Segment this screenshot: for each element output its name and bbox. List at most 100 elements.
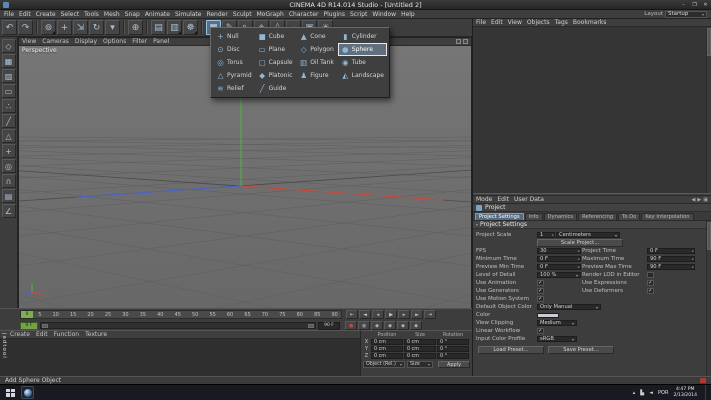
menu-plugins[interactable]: Plugins xyxy=(323,11,345,18)
play-button[interactable]: ▶ xyxy=(385,310,397,319)
start-frame-field[interactable]: 0 F xyxy=(20,321,38,330)
vp-menu-filter[interactable]: Filter xyxy=(132,38,147,45)
mat-menu-function[interactable]: Function xyxy=(54,331,80,338)
menu-item-cylinder[interactable]: ▮ Cylinder xyxy=(338,30,387,43)
snap-toggle-button[interactable]: ∩ xyxy=(1,174,16,188)
workplane-lock-button[interactable]: ▤ xyxy=(1,189,16,203)
vp-menu-panel[interactable]: Panel xyxy=(153,38,169,45)
project-time-field[interactable]: 0 F xyxy=(647,247,695,255)
viewport-solo-button[interactable]: ◎ xyxy=(1,159,16,173)
menu-item-disc[interactable]: ⊙ Disc xyxy=(213,43,255,56)
maximize-button[interactable]: ❐ xyxy=(689,0,700,9)
menu-item-relief[interactable]: ≋ Relief xyxy=(213,82,255,95)
goto-start-button[interactable]: ⇤ xyxy=(346,310,358,319)
prev-key-button[interactable]: ◄ xyxy=(359,310,371,319)
am-menu-mode[interactable]: Mode xyxy=(476,196,492,203)
viewport-maximize-icon[interactable] xyxy=(456,39,461,44)
color-swatch[interactable] xyxy=(537,312,559,318)
menu-edit[interactable]: Edit xyxy=(19,11,31,18)
save-preset-button[interactable]: Save Preset... xyxy=(548,346,614,354)
timeline-ruler[interactable]: 05 1015 2025 3035 4045 5055 6065 7075 80… xyxy=(20,310,342,319)
menu-select[interactable]: Select xyxy=(61,11,80,18)
linear-workflow-checkbox[interactable] xyxy=(537,327,544,335)
viewport-layout-icon[interactable] xyxy=(463,39,468,44)
z-size-field[interactable]: 0 cm xyxy=(404,353,436,359)
menu-item-figure[interactable]: ♟ Figure xyxy=(296,69,338,82)
polygons-mode-button[interactable]: △ xyxy=(1,129,16,143)
vp-menu-display[interactable]: Display xyxy=(75,38,97,45)
view-clipping-dropdown[interactable]: Medium xyxy=(537,319,577,327)
use-motion-system-checkbox[interactable] xyxy=(537,295,544,303)
y-rotation-field[interactable]: 0 ° xyxy=(437,346,469,352)
use-deformers-checkbox[interactable] xyxy=(647,287,654,295)
input-color-profile-dropdown[interactable]: sRGB xyxy=(537,335,577,343)
start-button[interactable] xyxy=(6,388,15,397)
menu-create[interactable]: Create xyxy=(36,11,56,18)
om-menu-file[interactable]: File xyxy=(476,19,486,26)
enable-axis-button[interactable]: + xyxy=(1,144,16,158)
menu-item-capsule[interactable]: ▢ Capsule xyxy=(255,56,297,69)
menu-help[interactable]: Help xyxy=(401,11,415,18)
apply-button[interactable]: Apply xyxy=(438,361,470,368)
end-frame-field[interactable]: 90 F xyxy=(318,321,340,330)
am-menu-user-data[interactable]: User Data xyxy=(514,196,544,203)
record-position-button[interactable]: ◆ xyxy=(371,321,383,330)
scale-project-button[interactable]: Scale Project... xyxy=(537,239,623,247)
menu-item-polygon[interactable]: ◇ Polygon xyxy=(296,43,338,56)
menu-item-torus[interactable]: ◎ Torus xyxy=(213,56,255,69)
rotate-button[interactable]: ↻ xyxy=(89,20,104,35)
attribute-scrollbar[interactable] xyxy=(706,221,711,379)
vp-menu-cameras[interactable]: Cameras xyxy=(42,38,69,45)
menu-item-oil-tank[interactable]: ▥ Oil Tank xyxy=(296,56,338,69)
tab-referencing[interactable]: Referencing xyxy=(578,213,618,220)
menu-item-cone[interactable]: ▲ Cone xyxy=(296,30,338,43)
timeline-scrubber[interactable]: 0 xyxy=(21,311,33,318)
layout-select[interactable]: Startup xyxy=(665,10,707,18)
volume-icon[interactable]: ◄ xyxy=(649,390,653,396)
position-mode-dropdown[interactable]: Object (Rel.) xyxy=(363,361,405,368)
render-picture-viewer-button[interactable]: ▥ xyxy=(167,20,182,35)
x-size-field[interactable]: 0 cm xyxy=(404,339,436,345)
size-mode-dropdown[interactable]: Size xyxy=(407,361,433,368)
tab-key-interpolation[interactable]: Key Interpolation xyxy=(641,213,694,220)
taskbar-cinema4d-icon[interactable] xyxy=(21,386,34,399)
show-desktop-button[interactable] xyxy=(705,384,709,400)
menu-item-plane[interactable]: ▭ Plane xyxy=(255,43,297,56)
tab-dynamics[interactable]: Dynamics xyxy=(543,213,578,220)
taskbar-clock[interactable]: 4:47 PM 2/13/2014 xyxy=(673,387,697,398)
menu-item-tube[interactable]: ◉ Tube xyxy=(338,56,387,69)
autokey-button[interactable]: ● xyxy=(358,321,370,330)
om-menu-tags[interactable]: Tags xyxy=(555,19,568,26)
menu-animate[interactable]: Animate xyxy=(145,11,170,18)
goto-end-button[interactable]: ⇥ xyxy=(424,310,436,319)
z-position-field[interactable]: 0 cm xyxy=(371,353,403,359)
tab-project-settings[interactable]: Project Settings xyxy=(475,213,524,220)
menu-tools[interactable]: Tools xyxy=(84,11,99,18)
z-rotation-field[interactable]: 0 ° xyxy=(437,353,469,359)
move-button[interactable]: + xyxy=(57,20,72,35)
tab-info[interactable]: Info xyxy=(524,213,543,220)
material-list-area[interactable] xyxy=(0,339,360,376)
menu-render[interactable]: Render xyxy=(206,11,227,18)
menu-item-sphere[interactable]: ● Sphere xyxy=(337,43,387,56)
tray-expand-icon[interactable]: ▴ xyxy=(633,390,636,396)
lock-icon[interactable]: ▣ xyxy=(703,197,708,203)
next-frame-button[interactable]: ▸ xyxy=(398,310,410,319)
menu-item-guide[interactable]: ╱ Guide xyxy=(255,82,297,95)
minimum-time-field[interactable]: 0 F xyxy=(537,255,581,263)
coordinate-system-button[interactable]: ⊕ xyxy=(128,20,143,35)
mat-menu-edit[interactable]: Edit xyxy=(36,331,48,338)
record-keyframe-button[interactable]: ● xyxy=(345,321,357,330)
redo-button[interactable]: ↷ xyxy=(18,20,33,35)
menu-simulate[interactable]: Simulate xyxy=(175,11,202,18)
range-end-handle[interactable] xyxy=(308,324,314,328)
x-rotation-field[interactable]: 0 ° xyxy=(437,339,469,345)
am-menu-edit[interactable]: Edit xyxy=(497,196,509,203)
use-expressions-checkbox[interactable] xyxy=(647,279,654,287)
viewport-camera-label[interactable]: Perspective xyxy=(22,47,57,54)
workplane-mode-button[interactable]: ▭ xyxy=(1,84,16,98)
use-animation-checkbox[interactable] xyxy=(537,279,544,287)
render-settings-button[interactable]: ☸ xyxy=(183,20,198,35)
menu-mograph[interactable]: MoGraph xyxy=(257,11,284,18)
undo-button[interactable]: ↶ xyxy=(2,20,17,35)
